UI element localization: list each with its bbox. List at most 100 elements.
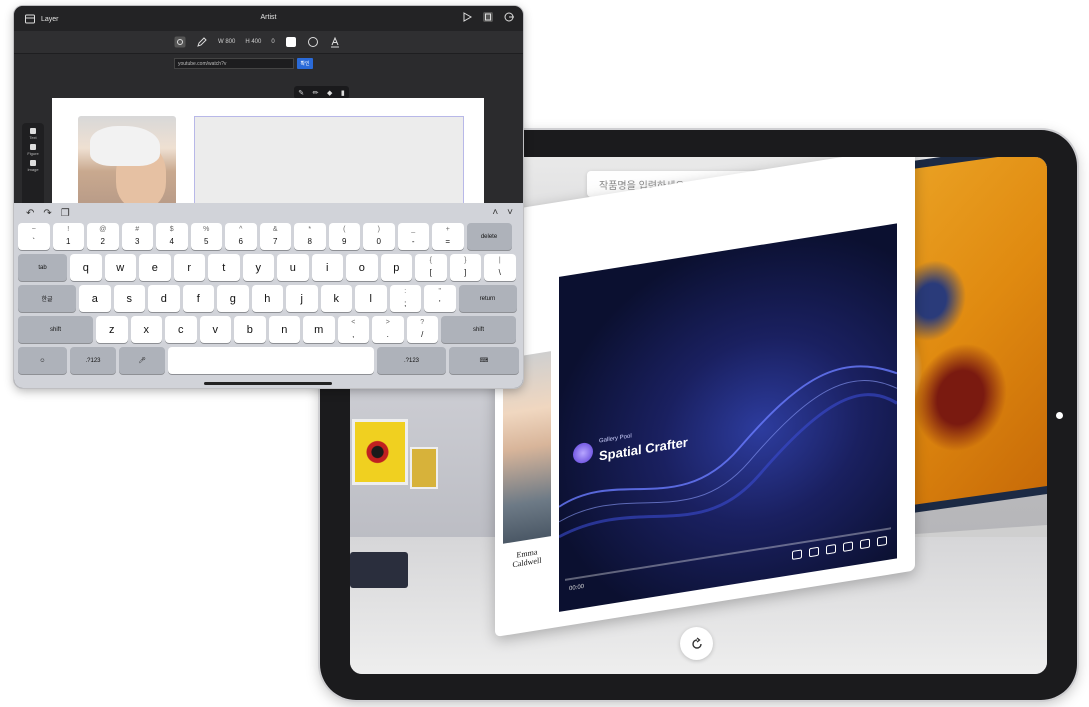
key-sym-0[interactable]: <, <box>337 316 369 343</box>
key-q[interactable]: q <box>70 254 102 281</box>
key-4[interactable]: $4 <box>156 223 188 250</box>
canvas-video-frame[interactable] <box>194 116 464 208</box>
key-w[interactable]: w <box>104 254 136 281</box>
key-b[interactable]: b <box>234 316 266 343</box>
key-j[interactable]: j <box>286 285 318 312</box>
key-f[interactable]: f <box>182 285 214 312</box>
key-2[interactable]: @2 <box>87 223 119 250</box>
exit-icon[interactable] <box>503 11 515 23</box>
key-bracket-1[interactable]: }] <box>449 254 481 281</box>
key-v[interactable]: v <box>199 316 231 343</box>
key-x[interactable]: x <box>130 316 162 343</box>
select-tool-icon[interactable] <box>174 36 186 48</box>
figure-tool[interactable]: Figure <box>27 144 39 156</box>
key-m[interactable]: m <box>303 316 335 343</box>
key-bracket-0[interactable]: {[ <box>415 254 447 281</box>
url-confirm-button[interactable]: 확인 <box>297 58 313 69</box>
key-n[interactable]: n <box>268 316 300 343</box>
key-p[interactable]: p <box>380 254 412 281</box>
redo-icon[interactable]: ↷ <box>43 208 51 219</box>
key-y[interactable]: y <box>242 254 274 281</box>
miniplayer-icon[interactable] <box>843 541 853 552</box>
tab-key[interactable]: tab <box>18 254 67 281</box>
text-tool[interactable]: Text <box>29 128 37 140</box>
key-1[interactable]: ! 1 <box>52 223 84 250</box>
fill-color-icon[interactable] <box>285 36 297 48</box>
volume-icon[interactable] <box>792 549 802 560</box>
key-9[interactable]: (9 <box>328 223 360 250</box>
key-d[interactable]: d <box>148 285 180 312</box>
editor-canvas[interactable] <box>52 98 484 208</box>
text-color-icon[interactable] <box>329 36 341 48</box>
emoji-key[interactable]: ☺ <box>18 347 67 374</box>
dictation-key[interactable]: 🎤︎ <box>119 347 165 374</box>
key-0[interactable]: ~ ` <box>18 223 50 250</box>
key-l[interactable]: l <box>355 285 387 312</box>
shift-left-key[interactable]: shift <box>18 316 93 343</box>
reset-view-button[interactable] <box>680 627 713 660</box>
fullscreen-icon[interactable] <box>877 535 887 547</box>
width-value[interactable]: W 800 <box>218 39 235 45</box>
pencil-icon[interactable]: ✏ <box>313 89 319 97</box>
key-a[interactable]: a <box>79 285 111 312</box>
chevron-up-icon[interactable]: ˄ <box>492 207 498 218</box>
key-z[interactable]: z <box>96 316 128 343</box>
key-punct-0[interactable]: :; <box>389 285 421 312</box>
key-shift-symbol: > <box>385 319 390 326</box>
key-symbol: [ <box>429 268 432 277</box>
key-bracket-2[interactable]: | \ <box>484 254 516 281</box>
key-o[interactable]: o <box>346 254 378 281</box>
key-g[interactable]: g <box>217 285 249 312</box>
key-punct-1[interactable]: " ' <box>424 285 456 312</box>
play-icon[interactable] <box>461 11 473 23</box>
key-u[interactable]: u <box>277 254 309 281</box>
subtitles-icon[interactable] <box>809 546 819 558</box>
numbers-key-left[interactable]: .?123 <box>70 347 116 374</box>
pen-icon[interactable]: ✎ <box>298 89 304 97</box>
eraser-icon[interactable]: ◆ <box>327 89 332 97</box>
rotation-value[interactable]: 0 <box>271 39 274 45</box>
return-key[interactable]: return <box>458 285 517 312</box>
keyboard-dismiss-key[interactable]: ⌨ <box>449 347 519 374</box>
key-k[interactable]: k <box>320 285 352 312</box>
key-r[interactable]: r <box>173 254 205 281</box>
video-player[interactable]: Gallery Pool Spatial Crafter 00:00 <box>559 223 897 612</box>
key-sym-2[interactable]: ? / <box>406 316 438 343</box>
stroke-color-icon[interactable] <box>307 36 319 48</box>
key-10[interactable]: ) 0 <box>363 223 395 250</box>
undo-icon[interactable]: ↶ <box>26 208 34 219</box>
key-11[interactable]: _ - <box>397 223 429 250</box>
key-s[interactable]: s <box>113 285 145 312</box>
height-value[interactable]: H 400 <box>245 39 261 45</box>
key-5[interactable]: % 5 <box>190 223 222 250</box>
wall-artwork-small[interactable] <box>410 447 438 489</box>
theater-icon[interactable] <box>860 538 870 550</box>
image-tool[interactable]: Image <box>27 160 39 172</box>
save-icon[interactable] <box>482 11 494 23</box>
key-c[interactable]: c <box>165 316 197 343</box>
key-t[interactable]: t <box>208 254 240 281</box>
key-8[interactable]: * 8 <box>294 223 326 250</box>
key-e[interactable]: e <box>139 254 171 281</box>
settings-icon[interactable] <box>826 543 836 555</box>
key-3[interactable]: #3 <box>121 223 153 250</box>
canvas-portrait-image[interactable] <box>78 116 176 208</box>
key-sym-1[interactable]: >. <box>372 316 404 343</box>
paste-icon[interactable]: ❐ <box>61 208 70 219</box>
key-6[interactable]: ^ 6 <box>225 223 257 250</box>
key-h[interactable]: h <box>251 285 283 312</box>
delete-key[interactable]: delete <box>466 223 512 250</box>
numbers-key-right[interactable]: .?123 <box>377 347 446 374</box>
key-7[interactable]: & 7 <box>259 223 291 250</box>
key-symbol: 4 <box>169 237 174 246</box>
shift-right-key[interactable]: shift <box>441 316 516 343</box>
chevron-down-icon[interactable]: ˅ <box>507 207 513 218</box>
edit-tool-icon[interactable] <box>196 36 208 48</box>
url-input[interactable]: youtube.com/watch?v <box>174 58 294 69</box>
trash-icon[interactable]: ▮ <box>341 89 345 97</box>
space-key[interactable] <box>168 347 374 374</box>
key-12[interactable]: + = <box>432 223 464 250</box>
language-key[interactable]: 한글 <box>18 285 76 312</box>
wall-artwork-left[interactable] <box>352 419 408 485</box>
key-i[interactable]: i <box>311 254 343 281</box>
